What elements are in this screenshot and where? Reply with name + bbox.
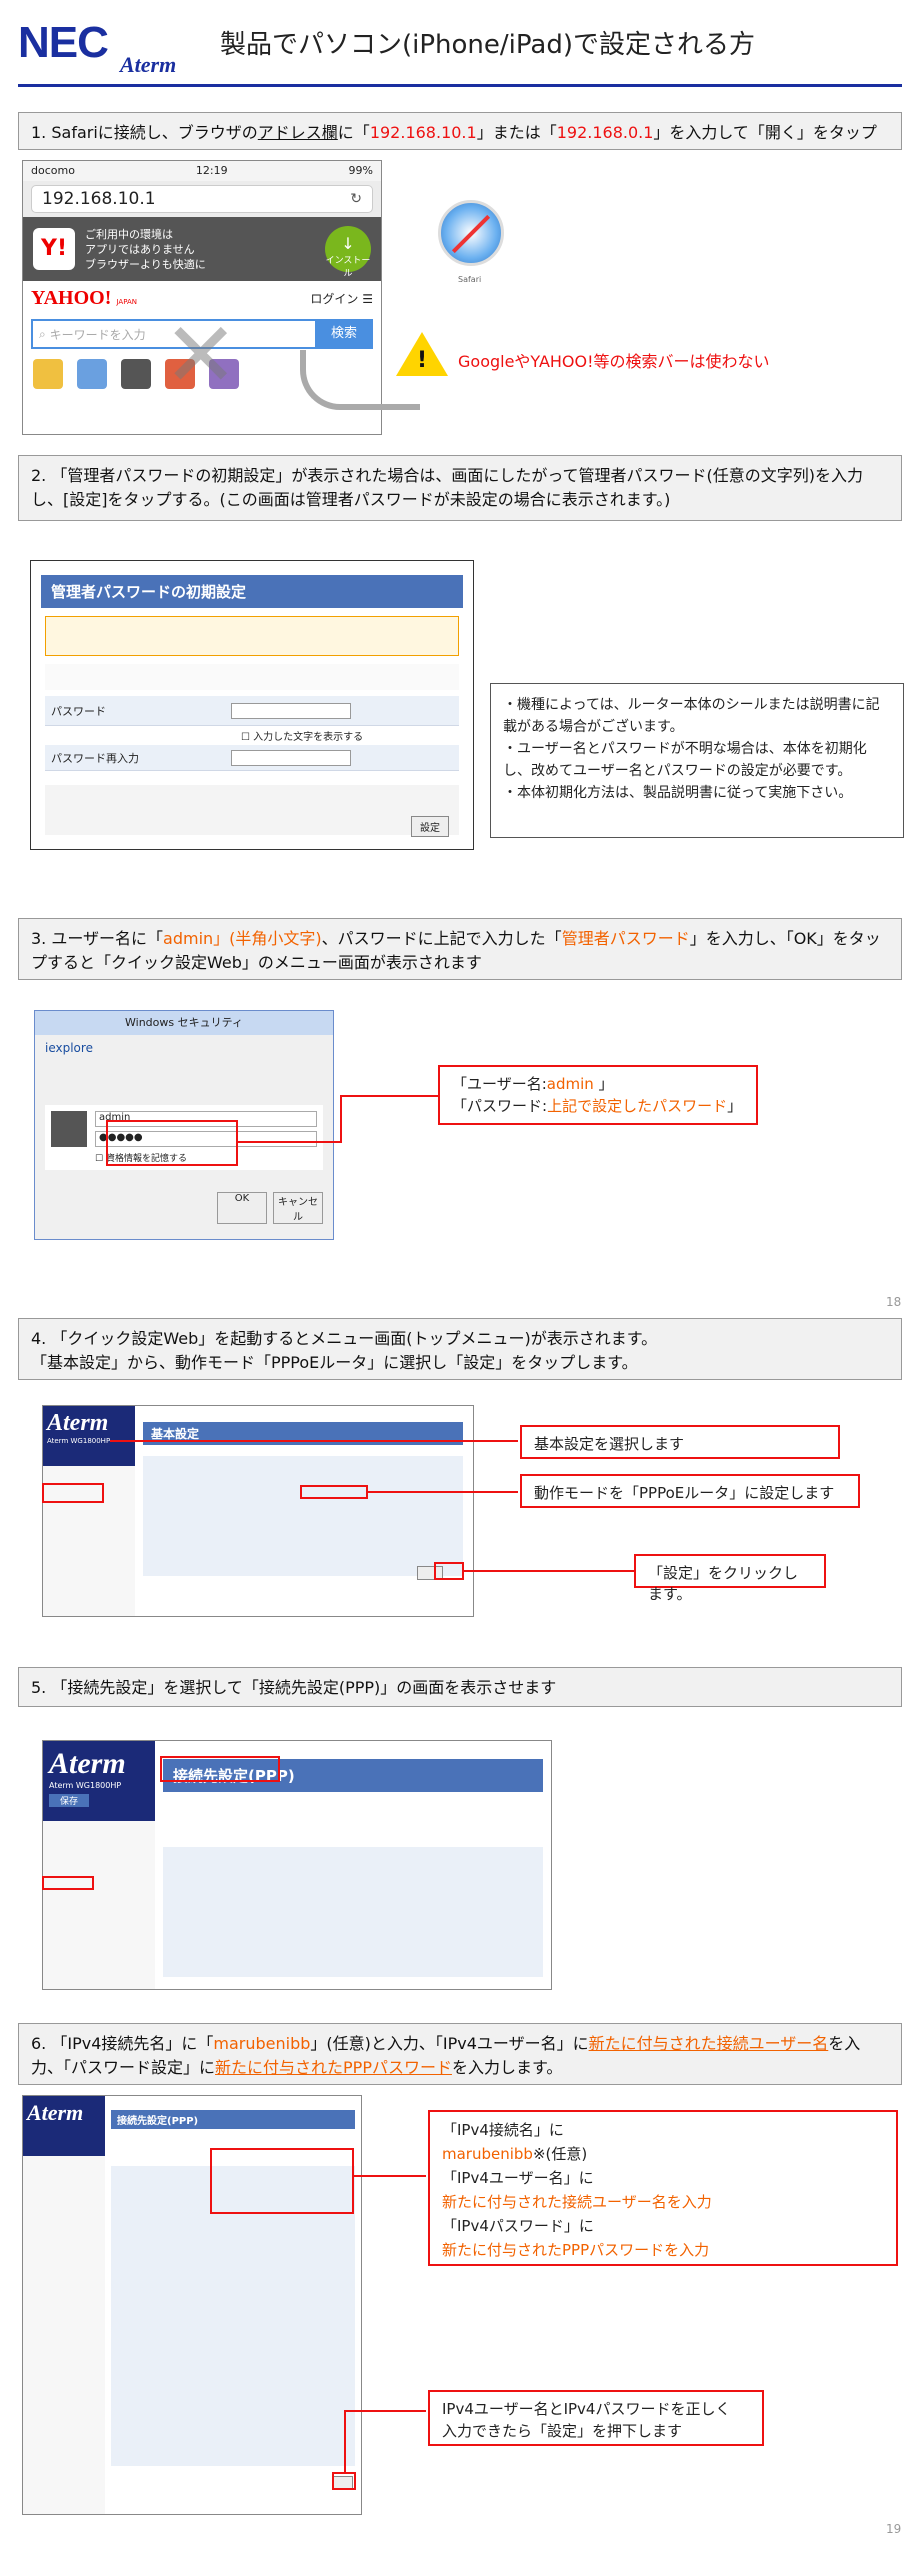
ppp-settings-screenshot: Aterm Aterm WG1800HP 保存 接続先設定(PPP) <box>42 1740 552 1990</box>
admin-password-screenshot: 管理者パスワードの初期設定 パスワード ☐ 入力した文字を表示する パスワード再… <box>30 560 474 850</box>
cross-mark-icon: ✕ <box>163 303 239 408</box>
step6-instruction: 6. 「IPv4接続先名」に「marubenibb」(任意)と入力、「IPv4ユ… <box>18 2023 902 2085</box>
password-confirm-label: パスワード再入力 <box>51 751 139 765</box>
nec-logo: NEC <box>18 18 109 67</box>
save-button[interactable]: 保存 <box>49 1794 89 1807</box>
app-banner: Y! ご利用中の環境は アプリではありません ブラウザーよりも快適に ↓ インス… <box>23 217 381 281</box>
search-button[interactable]: 検索 <box>315 319 373 349</box>
callout-basic-settings: 基本設定を選択します <box>520 1425 840 1459</box>
battery-label: 99% <box>348 164 373 177</box>
mail-icon[interactable] <box>33 359 63 389</box>
menu-icon[interactable]: ☰ <box>362 292 373 306</box>
yahoo-app-icon: Y! <box>33 228 75 270</box>
step6-callout-fields: 「IPv4接続名」に marubenibb※(任意) 「IPv4ユーザー名」に … <box>428 2110 898 2266</box>
set-button-highlight <box>332 2472 356 2490</box>
step2-note: ・機種によっては、ルーター本体のシールまたは説明書に記載がある場合がございます。… <box>490 683 904 838</box>
reload-icon[interactable]: ↻ <box>350 191 362 207</box>
page-number: 19 <box>886 2522 902 2536</box>
screen-title: 接続先設定(PPP) <box>111 2110 355 2129</box>
safari-icon <box>438 200 504 266</box>
ppp-title-highlight <box>160 1756 280 1782</box>
address-value: 192.168.10.1 <box>42 189 156 209</box>
model-name: Aterm WG1800HP <box>49 1781 122 1790</box>
safari-label: Safari <box>458 275 482 284</box>
carrier-label: docomo <box>31 164 75 177</box>
screen-title: 管理者パスワードの初期設定 <box>41 575 463 608</box>
cancel-button[interactable]: キャンセル <box>273 1192 323 1224</box>
install-button[interactable]: ↓ インストール <box>325 226 371 279</box>
basic-settings-screenshot: Aterm Aterm WG1800HP 基本設定 <box>42 1405 474 1617</box>
step2-instruction: 2. 「管理者パスワードの初期設定」が表示された場合は、画面にしたがって管理者パ… <box>18 455 902 521</box>
login-link[interactable]: ログイン <box>310 292 358 306</box>
set-highlight <box>434 1562 464 1580</box>
dialog-title: Windows セキュリティ <box>35 1011 333 1035</box>
connection-menu-highlight <box>42 1876 94 1890</box>
user-avatar-icon <box>51 1111 87 1147</box>
password-input[interactable] <box>231 702 351 719</box>
clock-label: 12:19 <box>195 164 228 177</box>
ipv4-fields-highlight <box>210 2148 354 2214</box>
set-button[interactable]: 設定 <box>411 816 449 837</box>
header-divider <box>18 84 902 87</box>
aterm-logo: Aterm <box>47 1410 109 1436</box>
search-icon: ⌕ <box>39 326 46 341</box>
step3-callout: 「ユーザー名:admin 」 「パスワード:上記で設定したパスワード」 <box>438 1065 758 1125</box>
aterm-logo: Aterm <box>27 2100 84 2125</box>
warning-text: GoogleやYAHOO!等の検索バーは使わない <box>458 352 770 371</box>
news-icon[interactable] <box>121 359 151 389</box>
credentials-highlight <box>106 1120 238 1166</box>
weather-icon[interactable] <box>77 359 107 389</box>
step1-instruction: 1. Safariに接続し、ブラウザのアドレス欄に「192.168.10.1」ま… <box>18 112 902 150</box>
address-bar[interactable]: 192.168.10.1 ↻ <box>31 185 373 213</box>
password-label: パスワード <box>51 704 106 718</box>
callout-set: 「設定」をクリックします。 <box>634 1554 826 1603</box>
page-title: 製品でパソコン(iPhone/iPad)で設定される方 <box>220 30 755 60</box>
aterm-logo: Aterm <box>120 52 177 77</box>
basic-settings-highlight <box>42 1483 104 1503</box>
page-number: 18 <box>886 1295 902 1309</box>
download-icon: ↓ <box>341 234 355 253</box>
aterm-logo: Aterm <box>49 1747 126 1780</box>
password-confirm-input[interactable] <box>231 749 351 766</box>
callout-mode: 動作モードを「PPPoEルータ」に設定します <box>520 1474 860 1508</box>
show-chars-checkbox[interactable]: ☐ 入力した文字を表示する <box>241 728 459 743</box>
dialog-app-name: iexplore <box>45 1041 93 1055</box>
step3-instruction: 3. ユーザー名に「admin」(半角小文字)、パスワードに上記で入力した「管理… <box>18 918 902 980</box>
ok-button[interactable]: OK <box>217 1192 267 1224</box>
mode-highlight <box>300 1485 368 1499</box>
yahoo-logo: YAHOO! <box>31 286 112 309</box>
step5-instruction: 5. 「接続先設定」を選択して「接続先設定(PPP)」の画面を表示させます <box>18 1667 902 1707</box>
step6-callout-submit: IPv4ユーザー名とIPv4パスワードを正しく 入力できたら「設定」を押下します <box>428 2390 764 2446</box>
step4-instruction: 4. 「クイック設定Web」を起動するとメニュー画面(トップメニュー)が表示され… <box>18 1318 902 1380</box>
